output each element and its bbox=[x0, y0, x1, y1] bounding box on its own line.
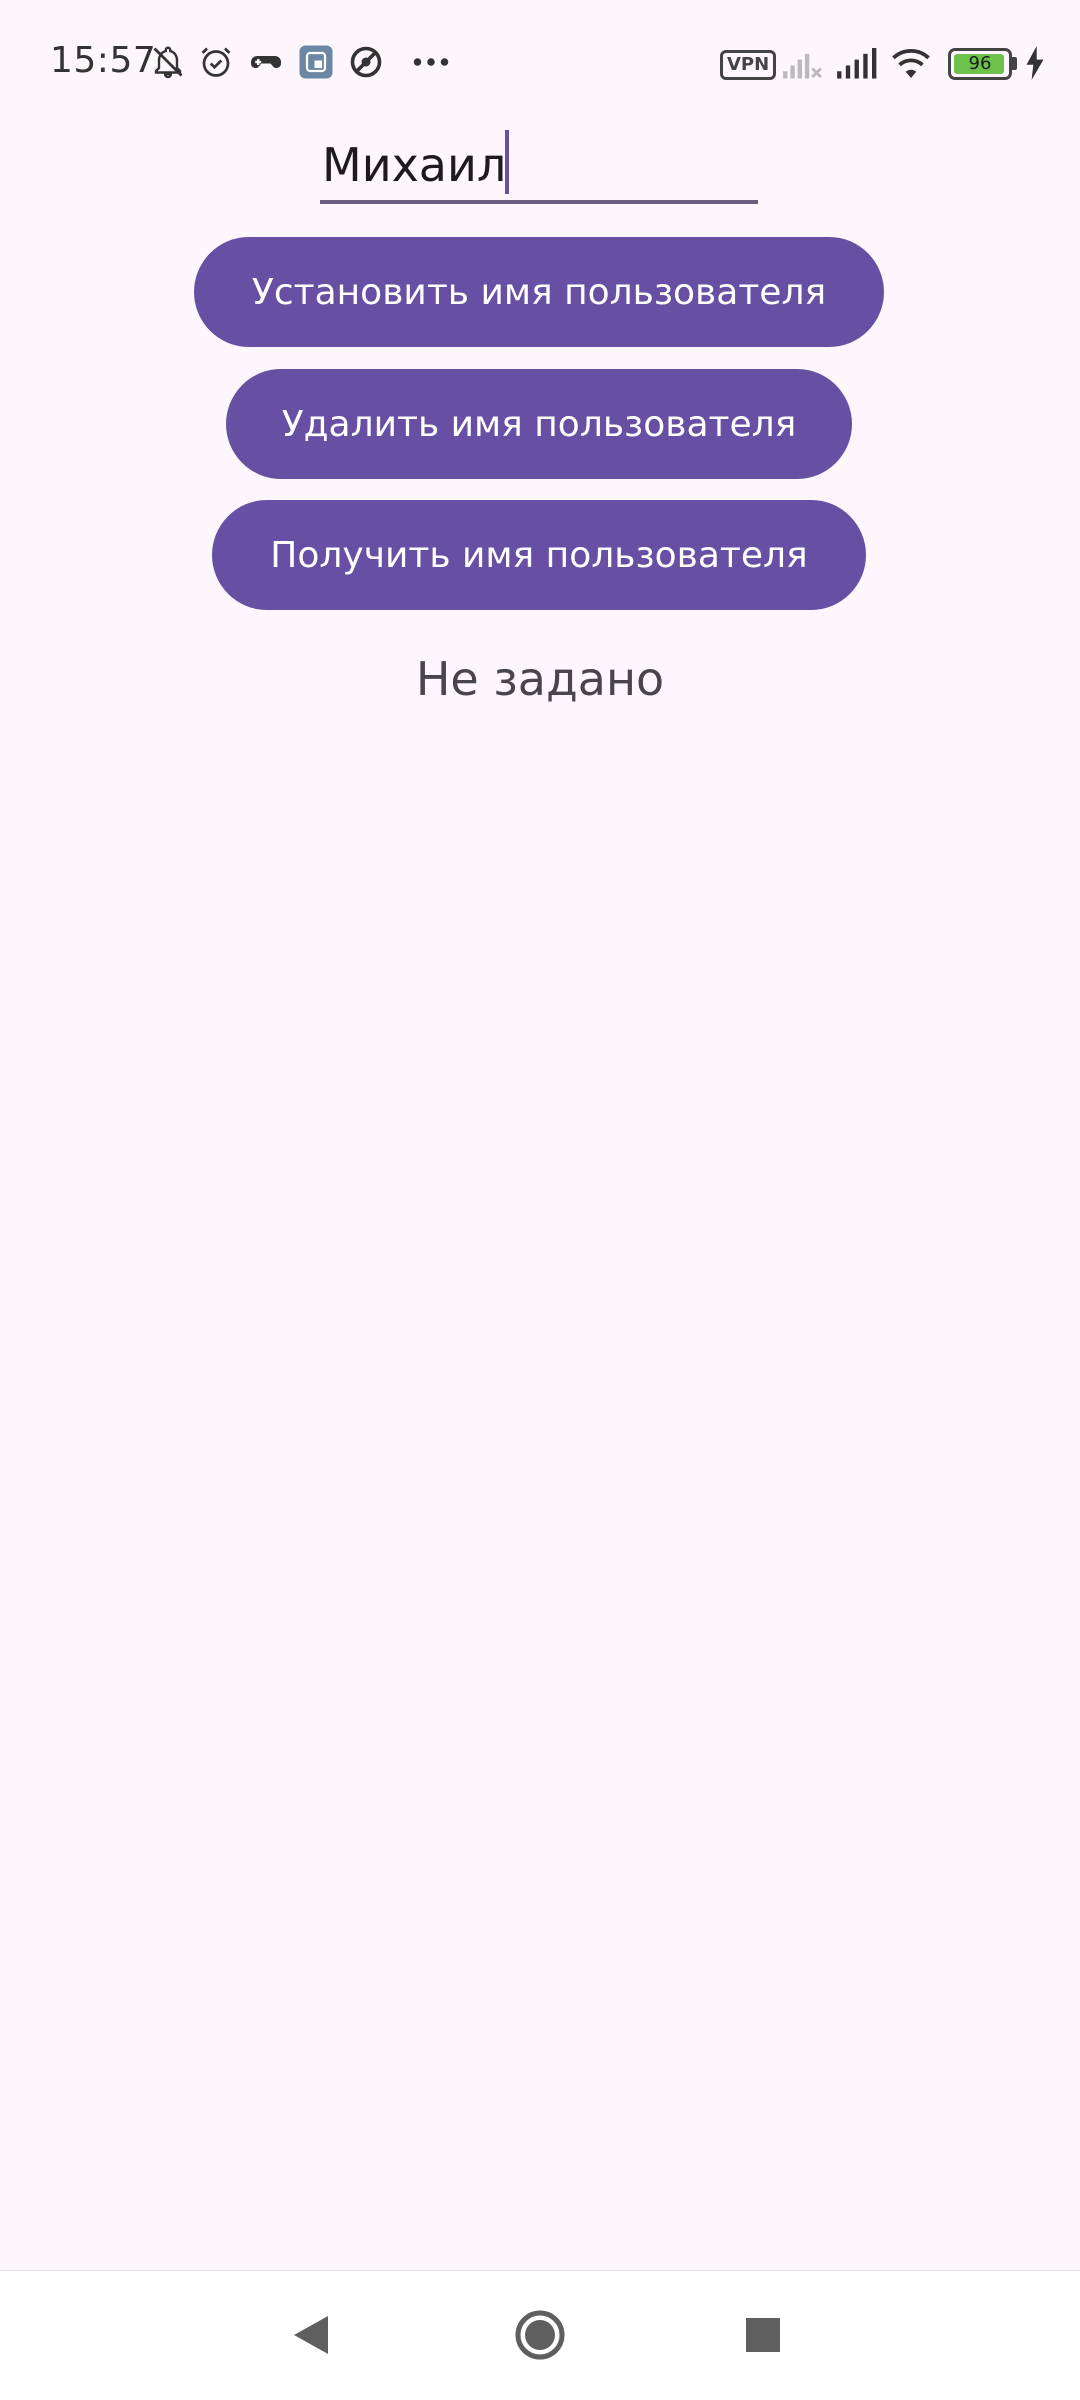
battery-tip bbox=[1012, 57, 1017, 70]
username-input[interactable] bbox=[320, 130, 758, 204]
signal-weak-icon bbox=[783, 53, 822, 79]
text-cursor bbox=[505, 130, 509, 194]
app-notification-icon bbox=[299, 45, 333, 79]
bell-off-icon bbox=[153, 46, 183, 79]
battery-level: 96 bbox=[968, 53, 992, 74]
delete-username-button[interactable]: Удалить имя пользователя bbox=[226, 369, 852, 479]
battery-icon: 96 bbox=[948, 48, 1012, 80]
status-time: 15:57 bbox=[50, 40, 157, 81]
home-icon[interactable] bbox=[505, 2300, 575, 2370]
charging-bolt-icon bbox=[1026, 46, 1044, 80]
alarm-icon bbox=[201, 47, 231, 77]
gamepad-icon bbox=[251, 56, 281, 68]
get-username-button[interactable]: Получить имя пользователя bbox=[212, 500, 866, 610]
vpn-badge: VPN bbox=[720, 50, 777, 80]
signal-icon bbox=[837, 48, 877, 79]
wifi-icon bbox=[892, 48, 930, 78]
username-result-text: Не задано bbox=[415, 652, 665, 706]
location-off-icon bbox=[350, 46, 382, 78]
set-username-button[interactable]: Установить имя пользователя bbox=[194, 237, 884, 347]
status-bar: 15:57 VPN 96 bbox=[0, 0, 1080, 128]
back-icon[interactable] bbox=[278, 2300, 348, 2370]
more-dots-icon bbox=[413, 58, 449, 66]
recents-icon[interactable] bbox=[728, 2300, 798, 2370]
